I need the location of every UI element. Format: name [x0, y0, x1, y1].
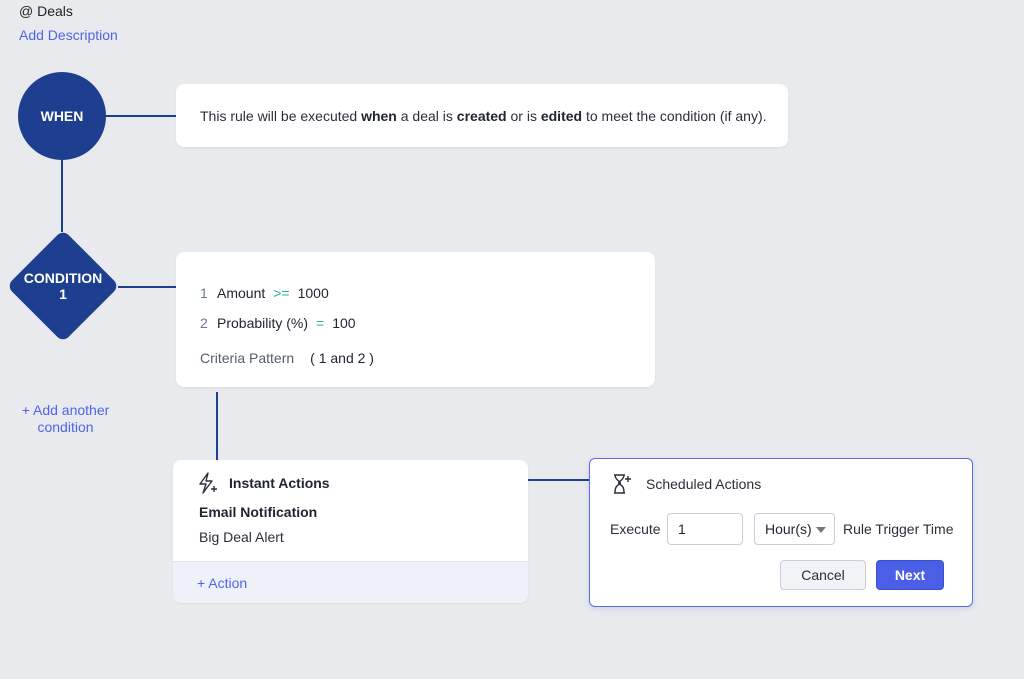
when-description-card: This rule will be executed when a deal i… — [176, 84, 788, 147]
condition-node-label: CONDITION — [23, 270, 103, 286]
instant-actions-header: Instant Actions — [197, 472, 330, 494]
scheduled-actions-header: Scheduled Actions — [612, 473, 761, 495]
criteria-pattern-label: Criteria Pattern — [200, 350, 295, 366]
connector-when-condition — [61, 160, 63, 232]
connector-condition-actions — [216, 392, 218, 460]
criteria-operator: = — [316, 315, 325, 331]
connector-instant-scheduled — [528, 479, 590, 481]
connector-condition-card — [118, 286, 176, 288]
hourglass-plus-icon — [614, 474, 631, 494]
criteria-number: 2 — [200, 315, 208, 331]
criteria-pattern: Criteria Pattern ( 1 and 2 ) — [200, 350, 374, 366]
action-type: Email Notification — [199, 504, 318, 520]
when-node: WHEN — [18, 72, 106, 160]
next-button[interactable]: Next — [876, 560, 944, 590]
instant-actions-footer: + Action — [173, 561, 528, 603]
criteria-row: 2 Probability (%) = 100 — [200, 315, 356, 331]
add-action-button[interactable]: + Action — [197, 575, 247, 591]
criteria-field: Amount — [217, 285, 266, 301]
when-node-label: WHEN — [40, 108, 84, 124]
trigger-time-label: Rule Trigger Time — [843, 521, 954, 537]
condition-node[interactable]: CONDITION 1 — [6, 229, 120, 343]
execute-label: Execute — [610, 521, 661, 537]
criteria-value: 100 — [332, 315, 356, 331]
chevron-down-icon — [816, 527, 826, 533]
time-unit-value: Hour(s) — [765, 521, 812, 537]
execute-value-input[interactable] — [667, 513, 743, 545]
scheduled-actions-card: Scheduled Actions Execute Hour(s) Rule T… — [589, 458, 973, 607]
criteria-row: 1 Amount >= 1000 — [200, 285, 329, 301]
instant-actions-title: Instant Actions — [229, 475, 330, 491]
criteria-value: 1000 — [297, 285, 329, 301]
criteria-number: 1 — [200, 285, 208, 301]
module-name: @ Deals — [19, 3, 73, 19]
add-another-condition-link[interactable]: + Add another condition — [18, 402, 113, 436]
when-description-text: This rule will be executed when a deal i… — [200, 108, 767, 124]
connector-when-card — [106, 115, 176, 117]
criteria-pattern-value: ( 1 and 2 ) — [310, 350, 374, 366]
condition-node-number: 1 — [59, 286, 67, 302]
instant-actions-card: Instant Actions Email Notification Big D… — [173, 460, 528, 603]
add-description-link[interactable]: Add Description — [19, 27, 118, 43]
criteria-field: Probability (%) — [217, 315, 309, 331]
action-name[interactable]: Big Deal Alert — [199, 529, 284, 545]
time-unit-select[interactable]: Hour(s) — [754, 513, 835, 545]
condition-card[interactable]: 1 Amount >= 1000 2 Probability (%) = 100… — [176, 252, 655, 387]
scheduled-actions-title: Scheduled Actions — [646, 476, 762, 492]
cancel-button[interactable]: Cancel — [780, 560, 866, 590]
lightning-plus-icon — [199, 472, 217, 494]
criteria-operator: >= — [273, 285, 290, 301]
